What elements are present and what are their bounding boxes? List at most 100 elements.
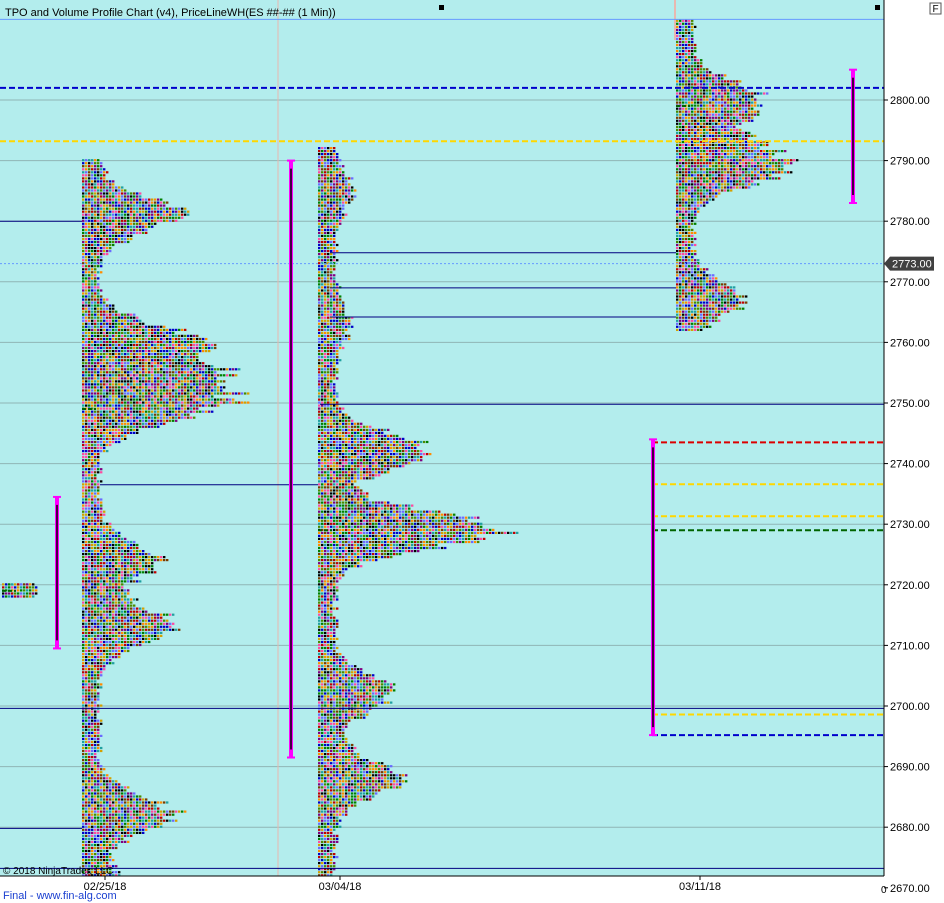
tpo-cell — [109, 616, 112, 619]
tpo-cell — [133, 565, 136, 568]
tpo-cell — [142, 356, 145, 359]
tpo-cell — [94, 786, 97, 789]
tpo-cell — [190, 395, 193, 398]
tpo-cell — [106, 365, 109, 368]
tpo-cell — [97, 777, 100, 780]
tpo-cell — [112, 371, 115, 374]
tpo-cell — [151, 556, 154, 559]
tpo-cell — [115, 195, 118, 198]
tpo-cell — [157, 625, 160, 628]
tpo-cell — [139, 625, 142, 628]
tpo-cell — [121, 562, 124, 565]
tpo-cell — [91, 789, 94, 792]
tpo-cell — [154, 637, 157, 640]
tpo-cell — [151, 825, 154, 828]
tpo-cell — [142, 231, 145, 234]
tpo-cell — [115, 649, 118, 653]
tpo-cell — [139, 325, 142, 328]
tpo-cell — [121, 831, 124, 834]
tpo-cell — [82, 225, 85, 228]
tpo-cell — [82, 813, 85, 816]
tpo-cell — [85, 280, 88, 283]
tpo-cell — [112, 562, 115, 565]
tpo-cell — [193, 346, 196, 350]
tpo-cell — [88, 180, 91, 183]
tpo-cell — [127, 822, 130, 825]
tpo-cell — [336, 295, 339, 298]
tpo-cell — [121, 601, 124, 604]
tpo-cell — [91, 546, 94, 550]
tpo-cell — [318, 195, 321, 198]
tpo-cell — [103, 210, 106, 213]
tpo-cell — [181, 374, 184, 377]
tpo-cell — [85, 571, 88, 574]
tpo-cell — [324, 325, 327, 328]
tpo-cell — [169, 413, 172, 416]
tpo-cell — [115, 813, 118, 816]
tpo-cell — [127, 565, 130, 568]
tpo-cell — [166, 340, 169, 344]
tpo-cell — [109, 810, 112, 813]
tpo-cell — [109, 522, 112, 525]
tpo-cell — [106, 350, 109, 353]
tpo-cell — [148, 556, 151, 559]
tpo-cell — [318, 304, 321, 307]
tpo-cell — [214, 404, 217, 407]
tpo-cell — [118, 607, 121, 610]
tpo-cell — [178, 401, 181, 404]
tpo-cell — [324, 168, 327, 171]
tpo-cell — [181, 380, 184, 383]
tpo-cell — [145, 365, 148, 368]
tpo-cell — [94, 195, 97, 198]
tpo-cell — [82, 259, 85, 262]
tpo-cell — [88, 543, 91, 547]
tpo-cell — [124, 328, 127, 331]
tpo-cell — [208, 343, 211, 347]
tpo-cell — [324, 174, 327, 177]
plot-area[interactable] — [0, 0, 884, 876]
tpo-cell — [166, 413, 169, 416]
tpo-cell — [142, 325, 145, 328]
tpo-cell — [112, 319, 115, 322]
tpo-cell — [327, 207, 330, 210]
tpo-cell — [136, 550, 139, 553]
tpo-cell — [136, 810, 139, 813]
tpo-cell — [130, 371, 133, 374]
tpo-cell — [109, 822, 112, 825]
tpo-cell — [115, 319, 118, 322]
tpo-cell — [103, 174, 106, 177]
tpo-cell — [88, 574, 91, 577]
tpo-cell — [88, 519, 91, 522]
tpo-cell — [82, 695, 85, 698]
tpo-cell — [91, 513, 94, 516]
tpo-cell — [124, 201, 127, 204]
tpo-cell — [157, 340, 160, 344]
tpo-chart[interactable]: 2670.002680.002690.002700.002710.002720.… — [0, 0, 944, 903]
tpo-cell — [127, 231, 130, 234]
tpo-cell — [112, 595, 115, 598]
tpo-cell — [330, 292, 333, 295]
tpo-cell — [103, 622, 106, 625]
tpo-cell — [190, 350, 193, 353]
tpo-cell — [11, 586, 14, 589]
tpo-cell — [145, 210, 148, 213]
tpo-cell — [88, 489, 91, 492]
tpo-cell — [106, 774, 109, 777]
tpo-cell — [324, 228, 327, 231]
tpo-cell — [121, 801, 124, 804]
tpo-cell — [124, 422, 127, 425]
tpo-cell — [121, 216, 124, 219]
tpo-cell — [172, 380, 175, 383]
tpo-cell — [88, 177, 91, 180]
tpo-cell — [154, 801, 157, 804]
tpo-cell — [109, 247, 112, 250]
tpo-cell — [112, 540, 115, 544]
tpo-cell — [336, 174, 339, 177]
tpo-cell — [91, 568, 94, 571]
tpo-cell — [94, 771, 97, 774]
tpo-cell — [127, 316, 130, 319]
tpo-cell — [103, 659, 106, 662]
tpo-cell — [85, 295, 88, 298]
tpo-cell — [82, 704, 85, 707]
tpo-cell — [321, 247, 324, 250]
